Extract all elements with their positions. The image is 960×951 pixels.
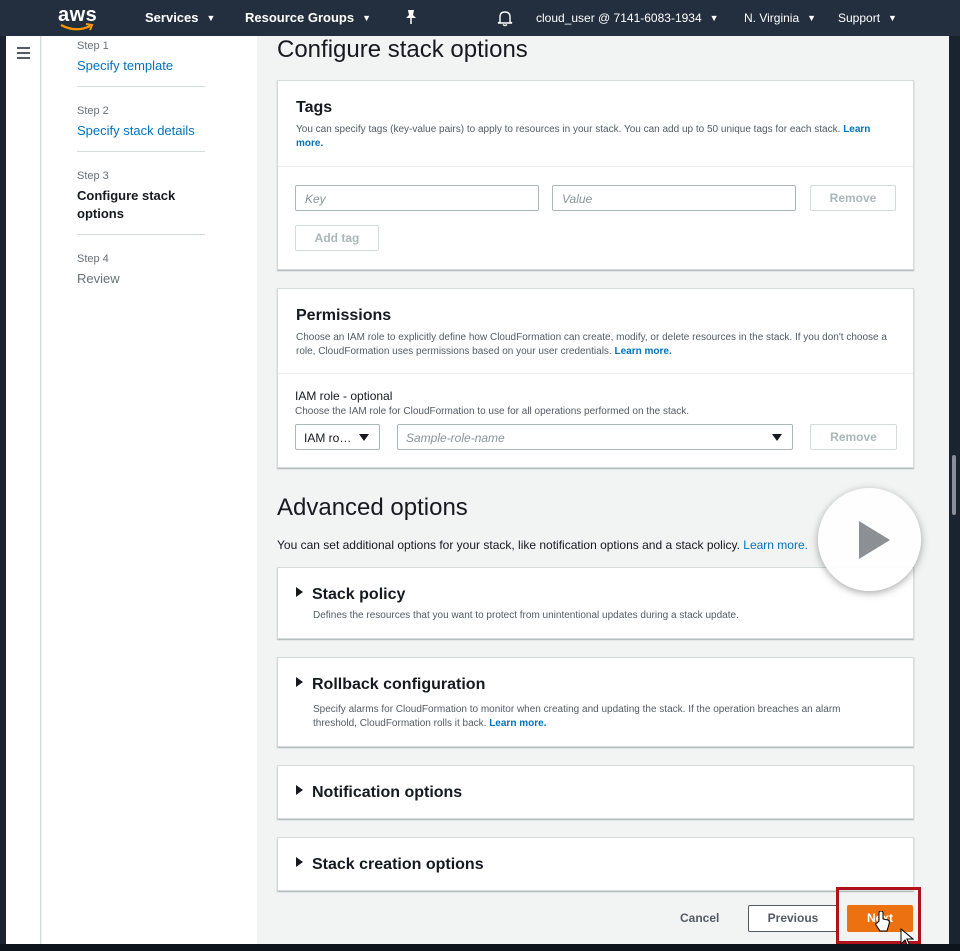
tags-panel: Tags You can specify tags (key-value pai… <box>277 80 914 270</box>
stack-policy-toggle[interactable]: Stack policy <box>296 586 405 604</box>
tags-description: You can specify tags (key-value pairs) t… <box>296 123 895 151</box>
iam-role-name-placeholder: Sample-role-name <box>406 431 505 445</box>
cancel-button[interactable]: Cancel <box>680 911 719 925</box>
add-tag-button[interactable]: Add tag <box>295 225 379 251</box>
play-video-button[interactable] <box>818 488 921 591</box>
permissions-heading: Permissions <box>296 307 392 324</box>
caret-right-icon <box>296 587 303 597</box>
play-icon <box>859 521 890 559</box>
stack-creation-options-toggle[interactable]: Stack creation options <box>296 856 484 874</box>
aws-smile-icon <box>60 23 94 31</box>
panel-divider <box>278 166 913 167</box>
permissions-description: Choose an IAM role to explicitly define … <box>296 331 895 359</box>
bell-icon[interactable] <box>497 9 513 27</box>
bottom-bar <box>0 944 960 951</box>
rollback-configuration-title: Rollback configuration <box>312 676 486 693</box>
tag-remove-button[interactable]: Remove <box>810 185 896 211</box>
stack-policy-description: Defines the resources that you want to p… <box>313 610 739 621</box>
services-label: Services <box>145 10 199 25</box>
hand-cursor-icon <box>875 911 890 932</box>
iam-role-type-value: IAM ro… <box>304 431 352 445</box>
permissions-panel: Permissions Choose an IAM role to explic… <box>277 288 914 468</box>
notification-options-title: Notification options <box>312 784 463 801</box>
support-label: Support <box>838 11 881 25</box>
chevron-down-icon: ▼ <box>807 13 817 23</box>
rollback-configuration-toggle[interactable]: Rollback configuration <box>296 676 485 694</box>
left-rail <box>6 36 41 944</box>
step-number: Step 4 <box>77 253 109 265</box>
resource-groups-menu[interactable]: Resource Groups ▼ <box>245 10 371 25</box>
caret-down-icon <box>359 434 369 441</box>
step-number: Step 2 <box>77 105 109 117</box>
region-menu[interactable]: N. Virginia ▼ <box>744 11 816 25</box>
services-menu[interactable]: Services ▼ <box>145 10 215 25</box>
chevron-down-icon: ▼ <box>362 13 372 23</box>
caret-right-icon <box>296 785 303 795</box>
stack-policy-title: Stack policy <box>312 586 406 603</box>
support-menu[interactable]: Support ▼ <box>838 11 897 25</box>
pin-icon[interactable] <box>404 9 418 25</box>
step-title-link[interactable]: Specify template <box>77 57 207 75</box>
step-number: Step 3 <box>77 170 109 182</box>
chevron-down-icon: ▼ <box>206 13 216 23</box>
permissions-description-text: Choose an IAM role to explicitly define … <box>296 332 887 357</box>
step-divider <box>77 86 205 87</box>
rollback-description-text: Specify alarms for CloudFormation to mon… <box>313 704 841 729</box>
notification-options-toggle[interactable]: Notification options <box>296 784 462 802</box>
step-2[interactable]: Step 2 Specify stack details <box>77 105 207 140</box>
account-menu[interactable]: cloud_user @ 7141-6083-1934 ▼ <box>536 11 719 25</box>
iam-role-name-select[interactable]: Sample-role-name <box>397 424 793 450</box>
aws-logo[interactable]: aws <box>58 4 98 32</box>
iam-role-hint: Choose the IAM role for CloudFormation t… <box>295 406 690 417</box>
step-divider <box>77 151 205 152</box>
chevron-down-icon: ▼ <box>709 13 719 23</box>
scrollbar-thumb[interactable] <box>952 455 956 515</box>
account-label: cloud_user @ 7141-6083-1934 <box>536 11 702 25</box>
rollback-configuration-description: Specify alarms for CloudFormation to mon… <box>313 703 883 731</box>
step-divider <box>77 234 205 235</box>
rollback-configuration-section[interactable]: Rollback configuration Specify alarms fo… <box>277 657 914 747</box>
iam-remove-button[interactable]: Remove <box>810 424 897 450</box>
advanced-options-description-text: You can set additional options for your … <box>277 538 740 552</box>
hamburger-menu-icon[interactable] <box>17 47 30 62</box>
caret-down-icon <box>772 434 782 441</box>
iam-role-label: IAM role - optional <box>295 389 393 403</box>
step-title-link[interactable]: Specify stack details <box>77 122 207 140</box>
resource-groups-label: Resource Groups <box>245 10 355 25</box>
top-nav: aws Services ▼ Resource Groups ▼ cloud_use… <box>0 0 960 36</box>
caret-right-icon <box>296 857 303 867</box>
step-3: Step 3 Configure stack options <box>77 170 207 223</box>
region-label: N. Virginia <box>744 11 800 25</box>
stack-policy-section[interactable]: Stack policy Defines the resources that … <box>277 567 914 639</box>
tag-key-input[interactable]: Key <box>295 185 539 211</box>
caret-right-icon <box>296 677 303 687</box>
tags-heading: Tags <box>296 99 333 116</box>
notification-options-section[interactable]: Notification options <box>277 765 914 819</box>
step-number: Step 1 <box>77 40 109 52</box>
advanced-learn-more-link[interactable]: Learn more. <box>743 538 808 552</box>
step-title-upcoming: Review <box>77 271 120 286</box>
tags-description-text: You can specify tags (key-value pairs) t… <box>296 124 841 135</box>
chevron-down-icon: ▼ <box>888 13 897 23</box>
step-4: Step 4 Review <box>77 253 207 288</box>
iam-role-type-select[interactable]: IAM ro… <box>295 424 380 450</box>
permissions-learn-more-link[interactable]: Learn more. <box>615 346 672 357</box>
step-title-current: Configure stack options <box>77 188 176 221</box>
tag-value-input[interactable]: Value <box>552 185 796 211</box>
page-title: Configure stack options <box>277 36 528 63</box>
stack-creation-options-title: Stack creation options <box>312 856 484 873</box>
panel-divider <box>278 373 913 374</box>
rollback-learn-more-link[interactable]: Learn more. <box>489 718 546 729</box>
advanced-options-description: You can set additional options for your … <box>277 538 808 552</box>
advanced-options-heading: Advanced options <box>277 494 468 521</box>
step-1[interactable]: Step 1 Specify template <box>77 40 207 75</box>
previous-button[interactable]: Previous <box>748 905 838 932</box>
stack-creation-options-section[interactable]: Stack creation options <box>277 837 914 891</box>
